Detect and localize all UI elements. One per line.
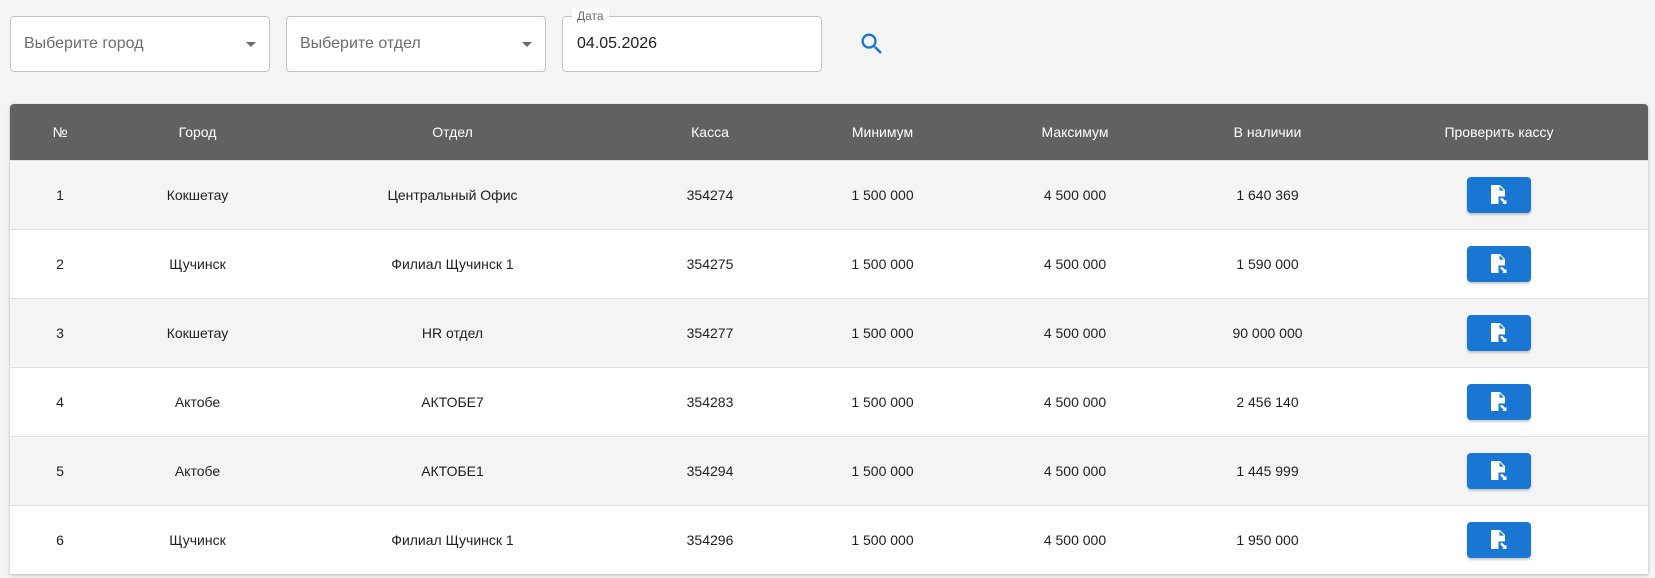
table-row: 3 Кокшетау HR отдел 354277 1 500 000 4 500 00… [10,298,1648,367]
search-icon [861,33,882,54]
check-cashbox-button[interactable] [1467,245,1531,282]
cell-num: 4 [56,393,64,410]
table-row: 2 Щучинск Филиал Щучинск 1 354275 1 500 000 4… [10,229,1648,298]
cell-minimum: 1 500 000 [851,186,914,203]
department-select[interactable]: Выберите отдел [286,16,546,72]
cell-available: 2 456 140 [1236,393,1299,410]
date-field[interactable]: Дата [562,8,822,72]
cell-check [1350,229,1648,298]
chevron-down-icon [522,42,532,47]
filter-bar: Выберите город Выберите отдел Дата [10,8,894,72]
cell-minimum: 1 500 000 [851,255,914,272]
cell-available: 1 950 000 [1236,531,1299,548]
file-check-icon [1491,460,1507,480]
cashbox-table: № Город Отдел Касса Минимум Максимум В н… [10,104,1648,574]
check-cashbox-button[interactable] [1467,521,1531,558]
header-city: Город [178,123,217,140]
cell-num: 2 [56,255,64,272]
header-num: № [52,123,68,140]
cell-department: Филиал Щучинск 1 [391,531,514,548]
header-cashbox: Касса [691,123,729,140]
cell-maximum: 4 500 000 [1043,393,1107,410]
header-available: В наличии [1233,123,1302,140]
cell-department: АКТОБЕ1 [421,462,484,479]
cell-num: 1 [56,186,64,203]
cell-available: 1 590 000 [1236,255,1299,272]
header-check: Проверить кассу [1444,123,1554,140]
file-check-icon [1491,253,1507,273]
cell-city: Кокшетау [166,186,229,203]
cell-minimum: 1 500 000 [851,462,914,479]
check-cashbox-button[interactable] [1467,383,1531,420]
table-header-row: № Город Отдел Касса Минимум Максимум В н… [10,104,1648,160]
cell-available: 1 445 999 [1236,462,1299,479]
table-row: 5 Актобе АКТОБЕ1 354294 1 500 000 4 500 000 1 … [10,436,1648,505]
cell-city: Кокшетау [166,324,229,341]
date-input[interactable] [577,35,797,53]
cell-check [1350,436,1648,505]
check-cashbox-button[interactable] [1467,452,1531,489]
department-select-placeholder: Выберите отдел [300,35,421,52]
cell-check [1350,367,1648,436]
cell-city: Актобе [174,462,221,479]
header-department: Отдел [432,123,473,140]
table-row: 6 Щучинск Филиал Щучинск 1 354296 1 500 000 4… [10,505,1648,574]
cell-cashbox: 354296 [686,531,734,548]
cell-num: 6 [56,531,64,548]
cell-maximum: 4 500 000 [1043,462,1107,479]
file-check-icon [1491,322,1507,342]
search-button[interactable] [850,22,894,66]
cell-cashbox: 354283 [686,393,734,410]
cell-department: Центральный Офис [387,186,518,203]
cell-department: Филиал Щучинск 1 [391,255,514,272]
file-check-icon [1491,529,1507,549]
table-row: 1 Кокшетау Центральный Офис 354274 1 500 000… [10,160,1648,229]
date-field-label: Дата [572,8,609,24]
cell-city: Щучинск [169,255,226,272]
cell-minimum: 1 500 000 [851,531,914,548]
cell-city: Щучинск [169,531,226,548]
cell-num: 3 [56,324,64,341]
cell-cashbox: 354277 [686,324,734,341]
cell-check [1350,298,1648,367]
cell-maximum: 4 500 000 [1043,186,1107,203]
city-select[interactable]: Выберите город [10,16,270,72]
cell-maximum: 4 500 000 [1043,531,1107,548]
file-check-icon [1491,391,1507,411]
check-cashbox-button[interactable] [1467,314,1531,351]
cell-city: Актобе [174,393,221,410]
table-row: 4 Актобе АКТОБЕ7 354283 1 500 000 4 500 000 2 … [10,367,1648,436]
header-maximum: Максимум [1041,123,1109,140]
check-cashbox-button[interactable] [1467,176,1531,213]
cell-minimum: 1 500 000 [851,393,914,410]
header-minimum: Минимум [851,123,914,140]
cell-check [1350,505,1648,574]
table-body: 1 Кокшетау Центральный Офис 354274 1 500 000… [10,160,1648,574]
cell-department: АКТОБЕ7 [421,393,484,410]
cell-available: 1 640 369 [1236,186,1299,203]
cell-minimum: 1 500 000 [851,324,914,341]
chevron-down-icon [246,42,256,47]
cell-maximum: 4 500 000 [1043,255,1107,272]
city-select-placeholder: Выберите город [24,35,144,52]
cell-cashbox: 354294 [686,462,734,479]
cell-department: HR отдел [421,324,484,341]
cell-num: 5 [56,462,64,479]
cell-check [1350,160,1648,229]
cell-available: 90 000 000 [1232,324,1303,341]
cell-maximum: 4 500 000 [1043,324,1107,341]
cell-cashbox: 354274 [686,186,734,203]
cell-cashbox: 354275 [686,255,734,272]
file-check-icon [1491,184,1507,204]
